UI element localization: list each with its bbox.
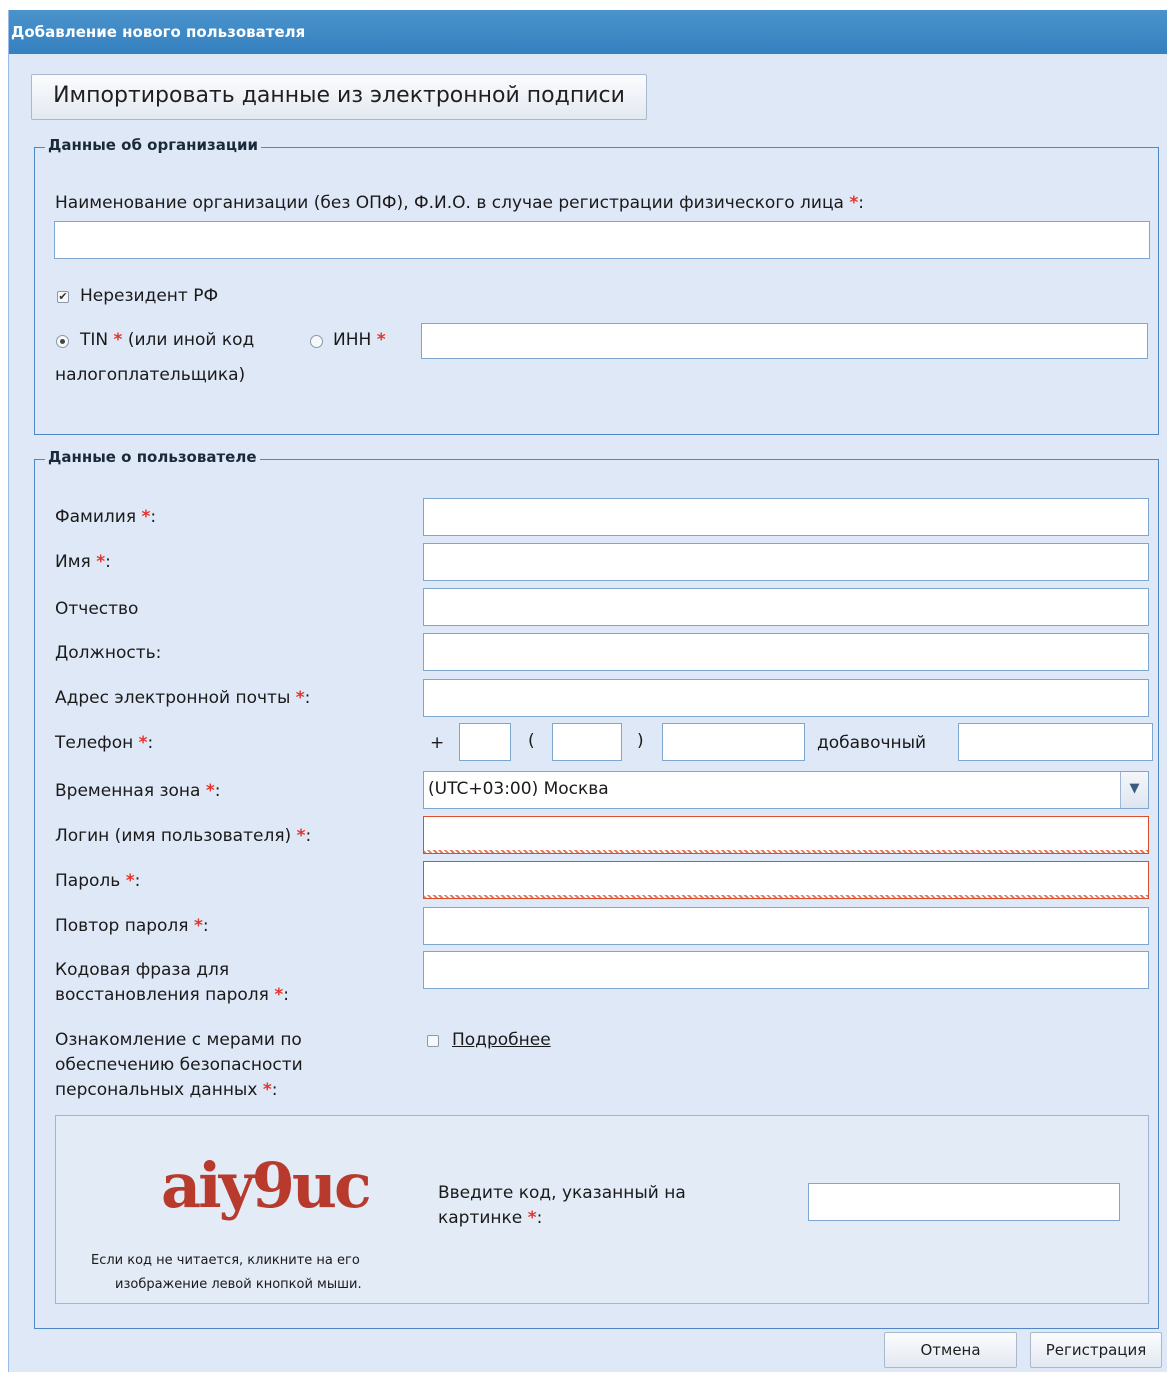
email-input[interactable] <box>423 679 1149 717</box>
inn-label: ИНН * <box>333 330 386 350</box>
captcha-prompt-line1: Введите код, указанный на <box>438 1183 686 1203</box>
org-name-input[interactable] <box>54 221 1150 259</box>
timezone-value: (UTC+03:00) Москва <box>428 779 609 799</box>
login-label: Логин (имя пользователя) *: <box>55 826 312 846</box>
patronymic-input[interactable] <box>423 588 1149 626</box>
organization-legend: Данные об организации <box>45 136 262 154</box>
tin-label: TIN * (или иной код <box>80 330 255 350</box>
captcha-hint-line2: изображение левой кнопкой мыши. <box>115 1277 362 1292</box>
login-input[interactable] <box>423 816 1149 854</box>
phone-number-input[interactable] <box>662 723 805 761</box>
privacy-label-line2: обеспечению безопасности <box>55 1055 303 1075</box>
position-label: Должность: <box>55 643 162 663</box>
password-repeat-label: Повтор пароля *: <box>55 916 209 936</box>
user-section: Данные о пользователе Фамилия *: Имя *: … <box>34 448 1159 1329</box>
phone-area-code-input[interactable] <box>552 723 622 761</box>
position-input[interactable] <box>423 633 1149 671</box>
firstname-input[interactable] <box>423 543 1149 581</box>
password-input[interactable] <box>423 861 1149 899</box>
phone-ext-input[interactable] <box>958 723 1153 761</box>
password-repeat-input[interactable] <box>423 907 1149 945</box>
organization-section: Данные об организации Наименование орган… <box>34 136 1159 435</box>
captcha-input[interactable] <box>808 1183 1120 1221</box>
required-mark: * <box>849 193 859 213</box>
nonresident-label: Нерезидент РФ <box>80 286 219 306</box>
registration-window: Добавление нового пользователя Импортиро… <box>8 10 1167 1372</box>
firstname-label: Имя *: <box>55 552 111 572</box>
lastname-label: Фамилия *: <box>55 507 157 527</box>
code-phrase-label-line1: Кодовая фраза для <box>55 960 230 980</box>
nonresident-checkbox[interactable]: ✔ <box>57 291 69 303</box>
register-button[interactable]: Регистрация <box>1030 1332 1162 1368</box>
privacy-label-line3: персональных данных *: <box>55 1080 278 1100</box>
phone-paren-close: ) <box>637 731 644 751</box>
inn-radio[interactable] <box>310 335 323 348</box>
phone-plus: + <box>430 733 445 753</box>
import-from-signature-button[interactable]: Импортировать данные из электронной подп… <box>31 74 647 120</box>
phone-label: Телефон *: <box>55 733 154 753</box>
phone-country-code-input[interactable] <box>459 723 511 761</box>
captcha-image[interactable]: aiy9uc <box>161 1136 372 1236</box>
password-label: Пароль *: <box>55 871 141 891</box>
captcha-hint-line1: Если код не читается, кликните на его <box>91 1253 360 1268</box>
captcha-panel: aiy9uc Если код не читается, кликните на… <box>55 1115 1149 1304</box>
cancel-button[interactable]: Отмена <box>884 1332 1017 1368</box>
privacy-details-link[interactable]: Подробнее <box>452 1029 551 1052</box>
phone-ext-label: добавочный <box>817 733 927 753</box>
tin-note: налогоплательщика) <box>55 365 246 385</box>
timezone-select[interactable]: (UTC+03:00) Москва ▼ <box>423 771 1149 809</box>
lastname-input[interactable] <box>423 498 1149 536</box>
chevron-down-icon[interactable]: ▼ <box>1120 772 1148 808</box>
email-label: Адрес электронной почты *: <box>55 688 311 708</box>
tin-radio[interactable] <box>56 335 69 348</box>
timezone-label: Временная зона *: <box>55 781 221 801</box>
window-title: Добавление нового пользователя <box>9 10 1167 54</box>
patronymic-label: Отчество <box>55 599 139 619</box>
org-name-label: Наименование организации (без ОПФ), Ф.И.… <box>55 193 864 213</box>
tax-code-input[interactable] <box>421 323 1148 359</box>
code-phrase-label-line2: восстановления пароля *: <box>55 985 289 1005</box>
privacy-checkbox[interactable] <box>427 1035 439 1047</box>
code-phrase-input[interactable] <box>423 951 1149 989</box>
phone-paren-open: ( <box>528 731 535 751</box>
privacy-label-line1: Ознакомление с мерами по <box>55 1030 302 1050</box>
user-legend: Данные о пользователе <box>45 448 260 466</box>
captcha-prompt-line2: картинке *: <box>438 1208 543 1228</box>
